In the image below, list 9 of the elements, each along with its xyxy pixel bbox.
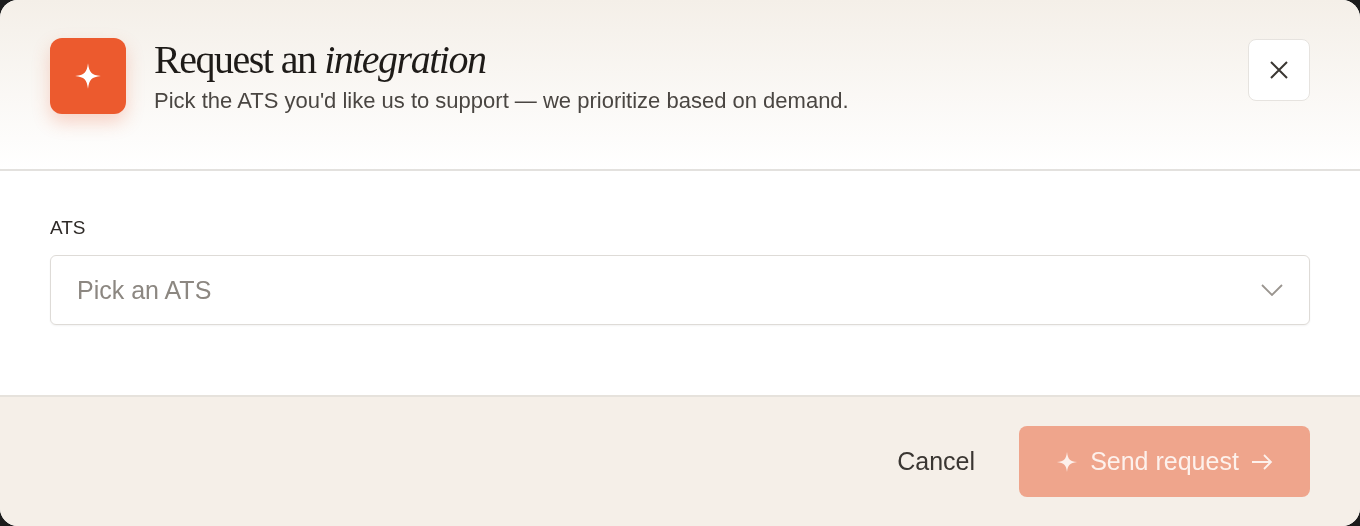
arrow-right-icon: [1250, 452, 1273, 471]
field-label: ATS: [50, 217, 87, 239]
close-icon: [1269, 60, 1289, 80]
dialog-title: Request an integration: [154, 38, 487, 82]
ats-select[interactable]: Pick an ATS: [50, 255, 1310, 325]
chevron-down-icon: [1261, 284, 1283, 296]
dialog-subtitle: Pick the ATS you'd like us to support — we prioritize based on demand.: [154, 88, 850, 114]
close-button[interactable]: [1248, 39, 1310, 101]
cancel-button[interactable]: Cancel: [897, 447, 975, 476]
